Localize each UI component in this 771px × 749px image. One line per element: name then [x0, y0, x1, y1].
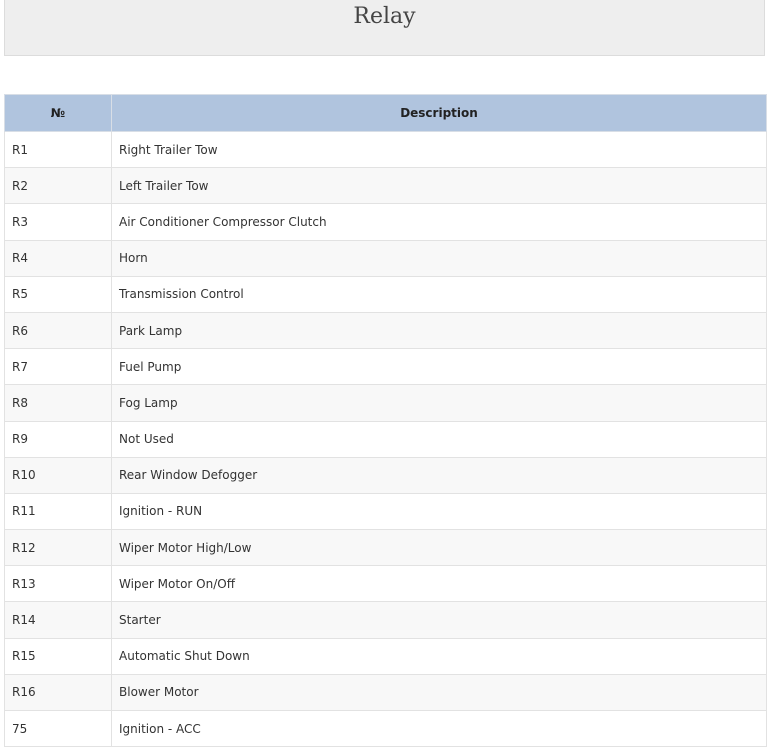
relay-number: R3 [4, 203, 112, 241]
relay-table: № Description R1 Right Trailer Tow R2 Left … [4, 94, 767, 748]
relay-description: Automatic Shut Down [111, 637, 767, 675]
table-row: R10 Rear Window Defogger [4, 456, 767, 494]
table-row: R14 Starter [4, 601, 767, 639]
relay-description: Not Used [111, 420, 767, 458]
table-row: R9 Not Used [4, 420, 767, 458]
relay-number: R14 [4, 601, 112, 639]
relay-description: Starter [111, 601, 767, 639]
table-row: R7 Fuel Pump [4, 348, 767, 386]
table-row: R5 Transmission Control [4, 275, 767, 313]
relay-number: R8 [4, 384, 112, 422]
relay-description: Fuel Pump [111, 348, 767, 386]
table-row: R4 Horn [4, 239, 767, 277]
table-row: R13 Wiper Motor On/Off [4, 565, 767, 603]
table-header-row: № Description [4, 94, 767, 132]
table-row: R11 Ignition - RUN [4, 492, 767, 531]
relay-number: R12 [4, 529, 112, 567]
relay-number: R9 [4, 420, 112, 458]
relay-description: Ignition - RUN [111, 492, 767, 531]
relay-number: R7 [4, 348, 112, 386]
relay-description: Wiper Motor On/Off [111, 565, 767, 603]
table-row: R16 Blower Motor [4, 673, 767, 712]
relay-description: Horn [111, 239, 767, 277]
relay-description: Ignition - ACC [111, 709, 767, 748]
relay-number: R10 [4, 456, 112, 494]
table-row: R1 Right Trailer Tow [4, 130, 767, 169]
relay-number: R15 [4, 637, 112, 675]
relay-description: Blower Motor [111, 673, 767, 712]
relay-number: 75 [4, 709, 112, 748]
relay-description: Air Conditioner Compressor Clutch [111, 203, 767, 241]
relay-description: Park Lamp [111, 311, 767, 350]
relay-number: R6 [4, 311, 112, 350]
table-row: R15 Automatic Shut Down [4, 637, 767, 675]
relay-number: R4 [4, 239, 112, 277]
relay-description: Rear Window Defogger [111, 456, 767, 494]
table-row: R2 Left Trailer Tow [4, 167, 767, 205]
relay-number: R13 [4, 565, 112, 603]
table-row: R8 Fog Lamp [4, 384, 767, 422]
table-row: 75 Ignition - ACC [4, 709, 767, 748]
title-box: Relay [4, 0, 765, 56]
relay-number: R2 [4, 167, 112, 205]
page-title: Relay [353, 4, 416, 29]
header-number: № [4, 94, 112, 132]
relay-description: Wiper Motor High/Low [111, 529, 767, 567]
relay-description: Left Trailer Tow [111, 167, 767, 205]
relay-number: R11 [4, 492, 112, 531]
table-row: R12 Wiper Motor High/Low [4, 529, 767, 567]
relay-description: Fog Lamp [111, 384, 767, 422]
table-row: R6 Park Lamp [4, 311, 767, 350]
table-row: R3 Air Conditioner Compressor Clutch [4, 203, 767, 241]
relay-number: R16 [4, 673, 112, 712]
relay-description: Transmission Control [111, 275, 767, 313]
relay-description: Right Trailer Tow [111, 130, 767, 169]
relay-number: R1 [4, 130, 112, 169]
header-description: Description [111, 94, 767, 132]
relay-number: R5 [4, 275, 112, 313]
